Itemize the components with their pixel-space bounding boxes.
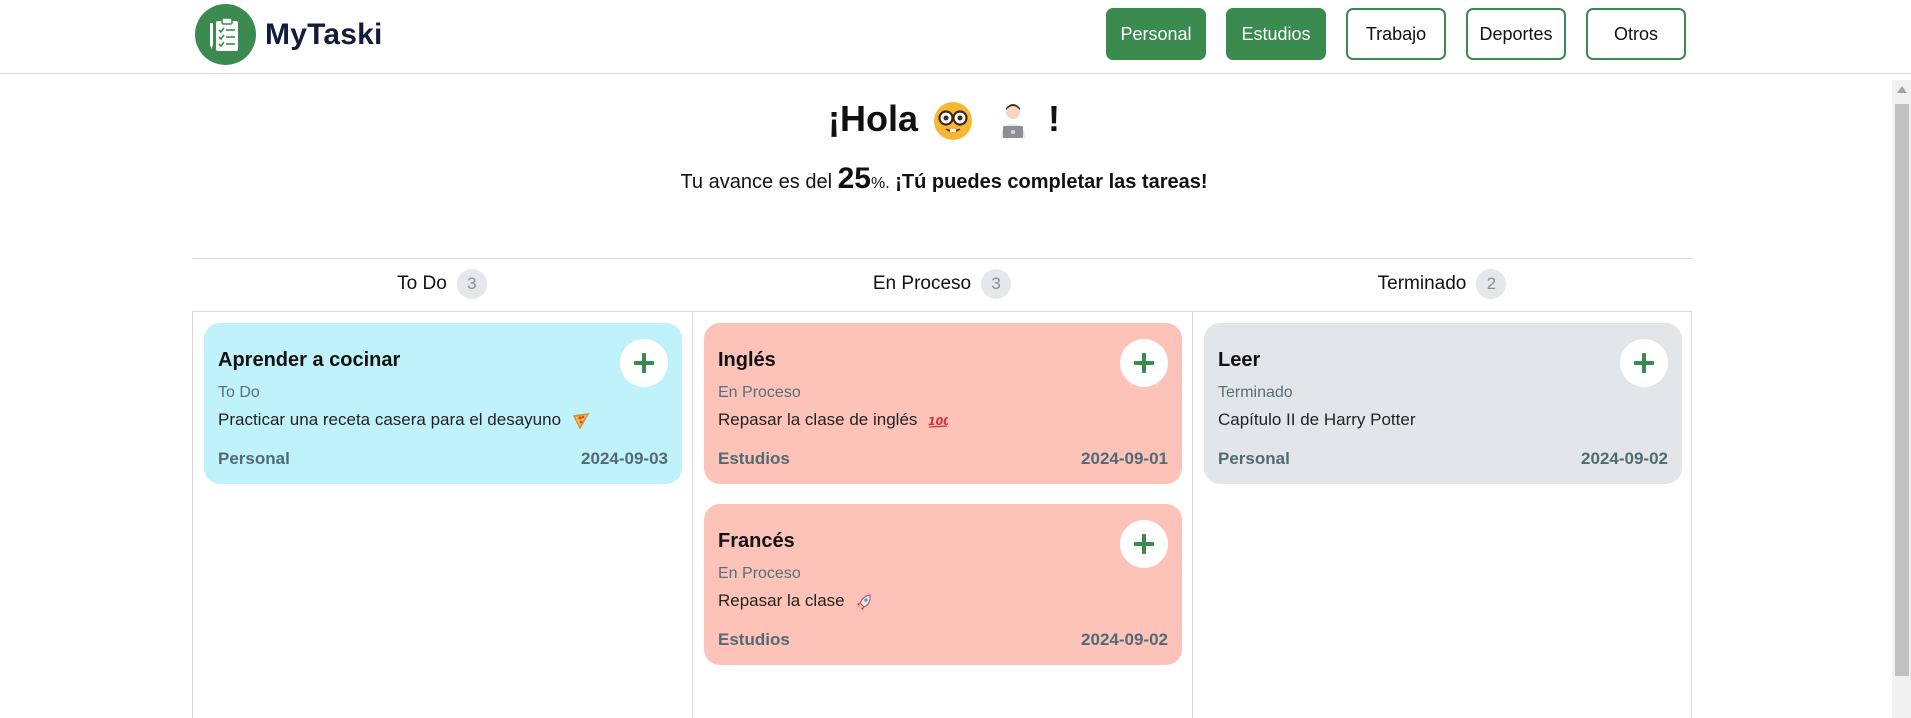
task-description: Repasar la clase bbox=[718, 591, 873, 611]
task-category: Personal bbox=[1218, 449, 1290, 468]
task-description: Practicar una receta casera para el desa… bbox=[218, 410, 590, 430]
column-title: Terminado bbox=[1377, 273, 1467, 294]
category-nav: Personal Estudios Trabajo Deportes Otros bbox=[1106, 8, 1706, 60]
hundred-points-icon: 100 bbox=[928, 415, 948, 428]
column-todo: Aprender a cocinar To Do Practicar una r… bbox=[192, 312, 692, 718]
task-card[interactable]: Inglés En Proceso Repasar la clase de in… bbox=[704, 323, 1182, 484]
column-header-terminado: Terminado 2 bbox=[1192, 269, 1692, 299]
task-category: Personal bbox=[218, 449, 290, 468]
task-date: 2024-09-02 bbox=[1081, 630, 1168, 649]
technologist-icon bbox=[1001, 104, 1025, 139]
clipboard-icon bbox=[195, 4, 256, 65]
logo[interactable]: MyTaski bbox=[195, 4, 383, 65]
greeting-hola: ¡Hola bbox=[827, 98, 918, 139]
task-description: Repasar la clase de inglés 100 bbox=[718, 410, 948, 430]
task-status: En Proceso bbox=[718, 565, 801, 582]
add-button[interactable] bbox=[620, 339, 668, 387]
progress-cheer: ¡Tú puedes completar las tareas! bbox=[895, 171, 1208, 193]
task-description-text: Repasar la clase bbox=[718, 591, 845, 610]
progress-suffix: %. bbox=[870, 175, 890, 192]
task-status: En Proceso bbox=[718, 384, 801, 401]
column-header-en-proceso: En Proceso 3 bbox=[692, 269, 1192, 299]
task-description-text: Repasar la clase de inglés bbox=[718, 410, 918, 429]
task-description: Capítulo II de Harry Potter bbox=[1218, 410, 1416, 429]
progress-prefix: Tu avance es del bbox=[680, 171, 833, 193]
pizza-icon bbox=[572, 412, 590, 429]
nav-estudios-button[interactable]: Estudios bbox=[1226, 8, 1326, 60]
column-terminado: Leer Terminado Capítulo II de Harry Pott… bbox=[1192, 312, 1692, 718]
task-description-text: Practicar una receta casera para el desa… bbox=[218, 410, 562, 429]
task-card[interactable]: Francés En Proceso Repasar la clase Estu… bbox=[704, 504, 1182, 665]
column-count-badge: 2 bbox=[1476, 269, 1507, 299]
task-date: 2024-09-02 bbox=[1581, 449, 1668, 468]
task-status: To Do bbox=[218, 384, 260, 401]
greeting-heading: ¡Hola ! bbox=[0, 98, 1888, 142]
add-button[interactable] bbox=[1120, 339, 1168, 387]
column-headers: To Do 3 En Proceso 3 Terminado 2 bbox=[192, 259, 1692, 312]
nav-deportes-button[interactable]: Deportes bbox=[1466, 8, 1566, 60]
task-card[interactable]: Aprender a cocinar To Do Practicar una r… bbox=[204, 323, 682, 484]
add-button[interactable] bbox=[1120, 520, 1168, 568]
nerd-face-icon bbox=[933, 102, 972, 141]
task-date: 2024-09-03 bbox=[581, 449, 668, 468]
column-title: En Proceso bbox=[872, 273, 972, 294]
task-title: Aprender a cocinar bbox=[218, 349, 401, 371]
progress-value: 25 bbox=[837, 162, 871, 195]
task-title: Francés bbox=[718, 530, 795, 552]
task-title: Leer bbox=[1218, 349, 1261, 371]
nav-personal-button[interactable]: Personal bbox=[1106, 8, 1206, 60]
app-header: MyTaski Personal Estudios Trabajo Deport… bbox=[0, 0, 1911, 74]
scrollbar[interactable] bbox=[1892, 80, 1911, 718]
progress-text: Tu avance es del 25%. ¡Tú puedes complet… bbox=[0, 162, 1888, 196]
column-en-proceso: Inglés En Proceso Repasar la clase de in… bbox=[692, 312, 1192, 718]
scrollbar-thumb[interactable] bbox=[1895, 104, 1909, 676]
nav-otros-button[interactable]: Otros bbox=[1586, 8, 1686, 60]
column-count-badge: 3 bbox=[456, 269, 487, 299]
task-category: Estudios bbox=[718, 449, 790, 468]
task-title: Inglés bbox=[718, 349, 776, 371]
nav-trabajo-button[interactable]: Trabajo bbox=[1346, 8, 1446, 60]
greeting-exclaim: ! bbox=[1048, 98, 1061, 139]
task-status: Terminado bbox=[1218, 384, 1293, 401]
column-title: To Do bbox=[397, 273, 447, 294]
column-count-badge: 3 bbox=[981, 269, 1012, 299]
task-card[interactable]: Leer Terminado Capítulo II de Harry Pott… bbox=[1204, 323, 1682, 484]
add-button[interactable] bbox=[1620, 339, 1668, 387]
kanban-board: To Do 3 En Proceso 3 Terminado 2 Aprende… bbox=[192, 258, 1692, 718]
task-category: Estudios bbox=[718, 630, 790, 649]
brand-name: MyTaski bbox=[265, 17, 383, 51]
scroll-up-arrow-icon[interactable] bbox=[1897, 86, 1907, 93]
column-header-todo: To Do 3 bbox=[192, 269, 692, 299]
task-date: 2024-09-01 bbox=[1081, 449, 1168, 468]
rocket-icon bbox=[856, 593, 871, 610]
